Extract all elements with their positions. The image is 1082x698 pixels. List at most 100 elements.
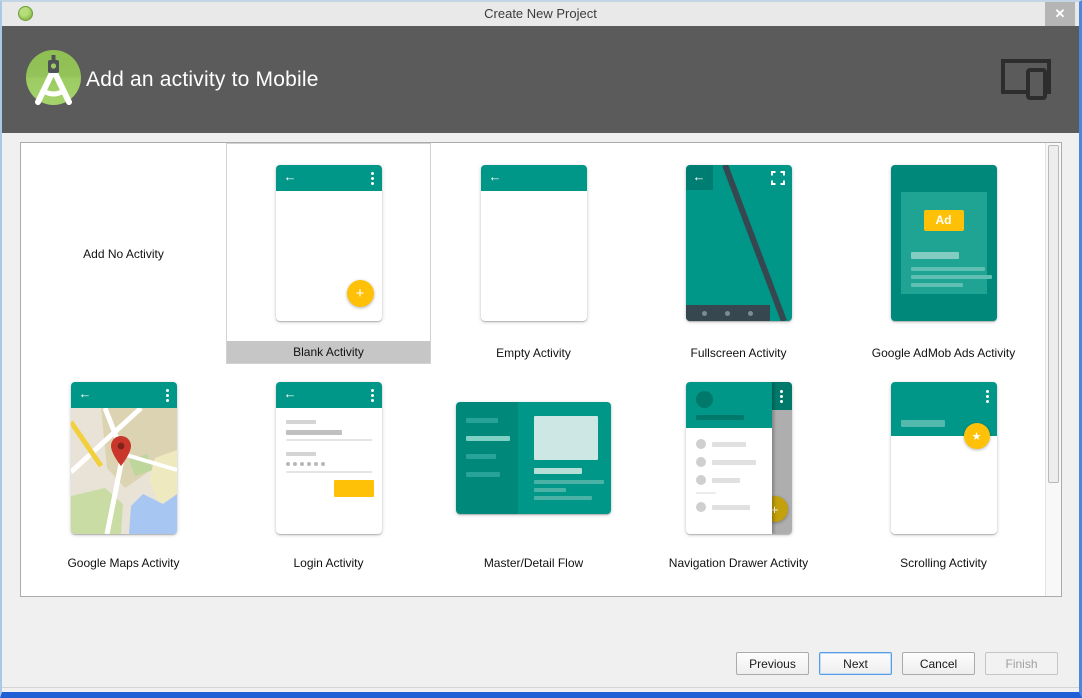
template-add-no-activity[interactable]: Add No Activity xyxy=(21,143,226,364)
template-label: Blank Activity xyxy=(227,341,430,363)
template-empty-activity[interactable]: ← Empty Activity xyxy=(431,143,636,364)
fab-add-button: + xyxy=(346,279,374,307)
title-bar[interactable]: Create New Project ✕ xyxy=(2,2,1079,26)
maps-activity-thumbnail: ← xyxy=(70,382,177,534)
drawer-item xyxy=(695,439,746,449)
add-icon: + xyxy=(355,284,365,302)
template-scrolling-activity[interactable]: ★ Scrolling Activity xyxy=(841,364,1046,596)
placeholder-line xyxy=(466,436,510,441)
login-activity-thumbnail: ← xyxy=(275,382,382,534)
close-button[interactable]: ✕ xyxy=(1045,2,1075,26)
template-fullscreen-activity[interactable]: ← Fullscreen Activity xyxy=(636,143,841,364)
template-label: Add No Activity xyxy=(83,246,164,261)
page-title: Add an activity to Mobile xyxy=(86,67,319,91)
cancel-button[interactable]: Cancel xyxy=(902,652,975,675)
title-placeholder xyxy=(900,420,945,427)
template-label: Empty Activity xyxy=(496,346,571,360)
template-label: Fullscreen Activity xyxy=(690,346,787,360)
field-label-placeholder xyxy=(285,420,316,424)
placeholder-line xyxy=(534,496,592,500)
image-placeholder xyxy=(534,416,598,460)
activity-grid: Add No Activity ← + Blank Activity ← Emp… xyxy=(21,143,1046,596)
android-studio-logo xyxy=(26,50,81,105)
drawer-item xyxy=(695,457,756,467)
drawer-item xyxy=(695,502,750,512)
template-label: Master/Detail Flow xyxy=(483,556,584,570)
placeholder-line xyxy=(466,418,498,423)
admob-activity-thumbnail: Ad xyxy=(890,164,997,321)
template-login-activity[interactable]: ← Login Activity xyxy=(226,364,431,596)
field-value-placeholder xyxy=(285,430,342,435)
dialog-body: Add No Activity ← + Blank Activity ← Emp… xyxy=(2,133,1079,692)
back-arrow-icon: ← xyxy=(283,386,297,401)
back-arrow-icon: ← xyxy=(283,168,297,184)
placeholder-line xyxy=(910,266,985,271)
appbar: ← xyxy=(480,164,587,191)
scrollbar-thumb[interactable] xyxy=(1048,145,1059,483)
overflow-menu-icon xyxy=(779,390,783,403)
master-list-panel xyxy=(456,402,518,514)
close-icon: ✕ xyxy=(1054,6,1066,21)
placeholder-line xyxy=(910,274,992,279)
field-label-placeholder xyxy=(285,452,316,456)
nav-drawer-thumbnail: + xyxy=(685,382,792,534)
drawer-panel xyxy=(685,382,772,534)
appbar: ← xyxy=(275,382,382,408)
placeholder-line xyxy=(910,251,959,259)
diagonal-accent xyxy=(721,164,787,321)
content-panel: Ad xyxy=(900,191,992,294)
template-navigation-drawer-activity[interactable]: + Navigation Drawer Activity xyxy=(636,364,841,596)
wizard-header: Add an activity to Mobile xyxy=(2,26,1079,133)
appbar: ← xyxy=(275,164,382,191)
placeholder-line xyxy=(534,480,604,484)
next-button[interactable]: Next xyxy=(819,652,892,675)
previous-button[interactable]: Previous xyxy=(736,652,809,675)
template-label: Login Activity xyxy=(293,556,364,570)
appbar-edge xyxy=(769,382,792,410)
back-arrow-icon: ← xyxy=(488,168,502,184)
field-underline xyxy=(285,471,372,473)
detail-panel xyxy=(518,402,611,514)
create-new-project-dialog: Create New Project ✕ Add an activity to … xyxy=(0,0,1082,698)
blank-activity-thumbnail: ← + xyxy=(275,164,382,321)
finish-button: Finish xyxy=(985,652,1058,675)
drawer-item xyxy=(695,475,740,485)
template-master-detail-flow[interactable]: Master/Detail Flow xyxy=(431,364,636,596)
placeholder-line xyxy=(695,415,744,420)
sign-in-button-placeholder xyxy=(333,480,374,497)
template-label: Google AdMob Ads Activity xyxy=(871,346,1016,360)
drawer-divider xyxy=(695,492,716,494)
master-detail-thumbnail xyxy=(456,402,611,514)
star-icon: ★ xyxy=(971,430,982,443)
mobile-form-factor-icon xyxy=(1001,59,1051,100)
drawer-header xyxy=(685,382,772,428)
fullscreen-activity-thumbnail: ← xyxy=(685,164,792,321)
back-arrow-icon: ← xyxy=(78,386,92,401)
placeholder-line xyxy=(534,488,566,492)
avatar xyxy=(695,391,713,408)
dialog-buttons: Previous Next Cancel Finish xyxy=(736,652,1058,675)
appbar: ← xyxy=(70,382,177,408)
empty-activity-thumbnail: ← xyxy=(480,164,587,321)
password-dots xyxy=(285,462,325,466)
placeholder-line xyxy=(466,472,500,477)
template-admob-ads-activity[interactable]: Ad Google AdMob Ads Activity xyxy=(841,143,1046,364)
template-blank-activity[interactable]: ← + Blank Activity xyxy=(226,143,431,364)
field-underline xyxy=(285,439,372,441)
placeholder-line xyxy=(466,454,496,459)
template-label: Navigation Drawer Activity xyxy=(668,556,809,570)
window-title: Create New Project xyxy=(484,6,597,21)
vertical-scrollbar[interactable] xyxy=(1045,143,1061,596)
placeholder-line xyxy=(534,468,582,474)
add-icon: + xyxy=(770,501,779,517)
overflow-menu-icon xyxy=(165,389,169,402)
footer-divider xyxy=(2,687,1079,688)
overflow-menu-icon xyxy=(985,390,989,403)
map-graphic xyxy=(70,406,177,534)
overflow-menu-icon xyxy=(370,389,374,402)
template-label: Google Maps Activity xyxy=(67,556,180,570)
placeholder-line xyxy=(910,282,963,287)
template-google-maps-activity[interactable]: ← Google Maps Activity xyxy=(21,364,226,596)
fab-star-button: ★ xyxy=(963,423,990,449)
ad-badge: Ad xyxy=(923,209,964,231)
